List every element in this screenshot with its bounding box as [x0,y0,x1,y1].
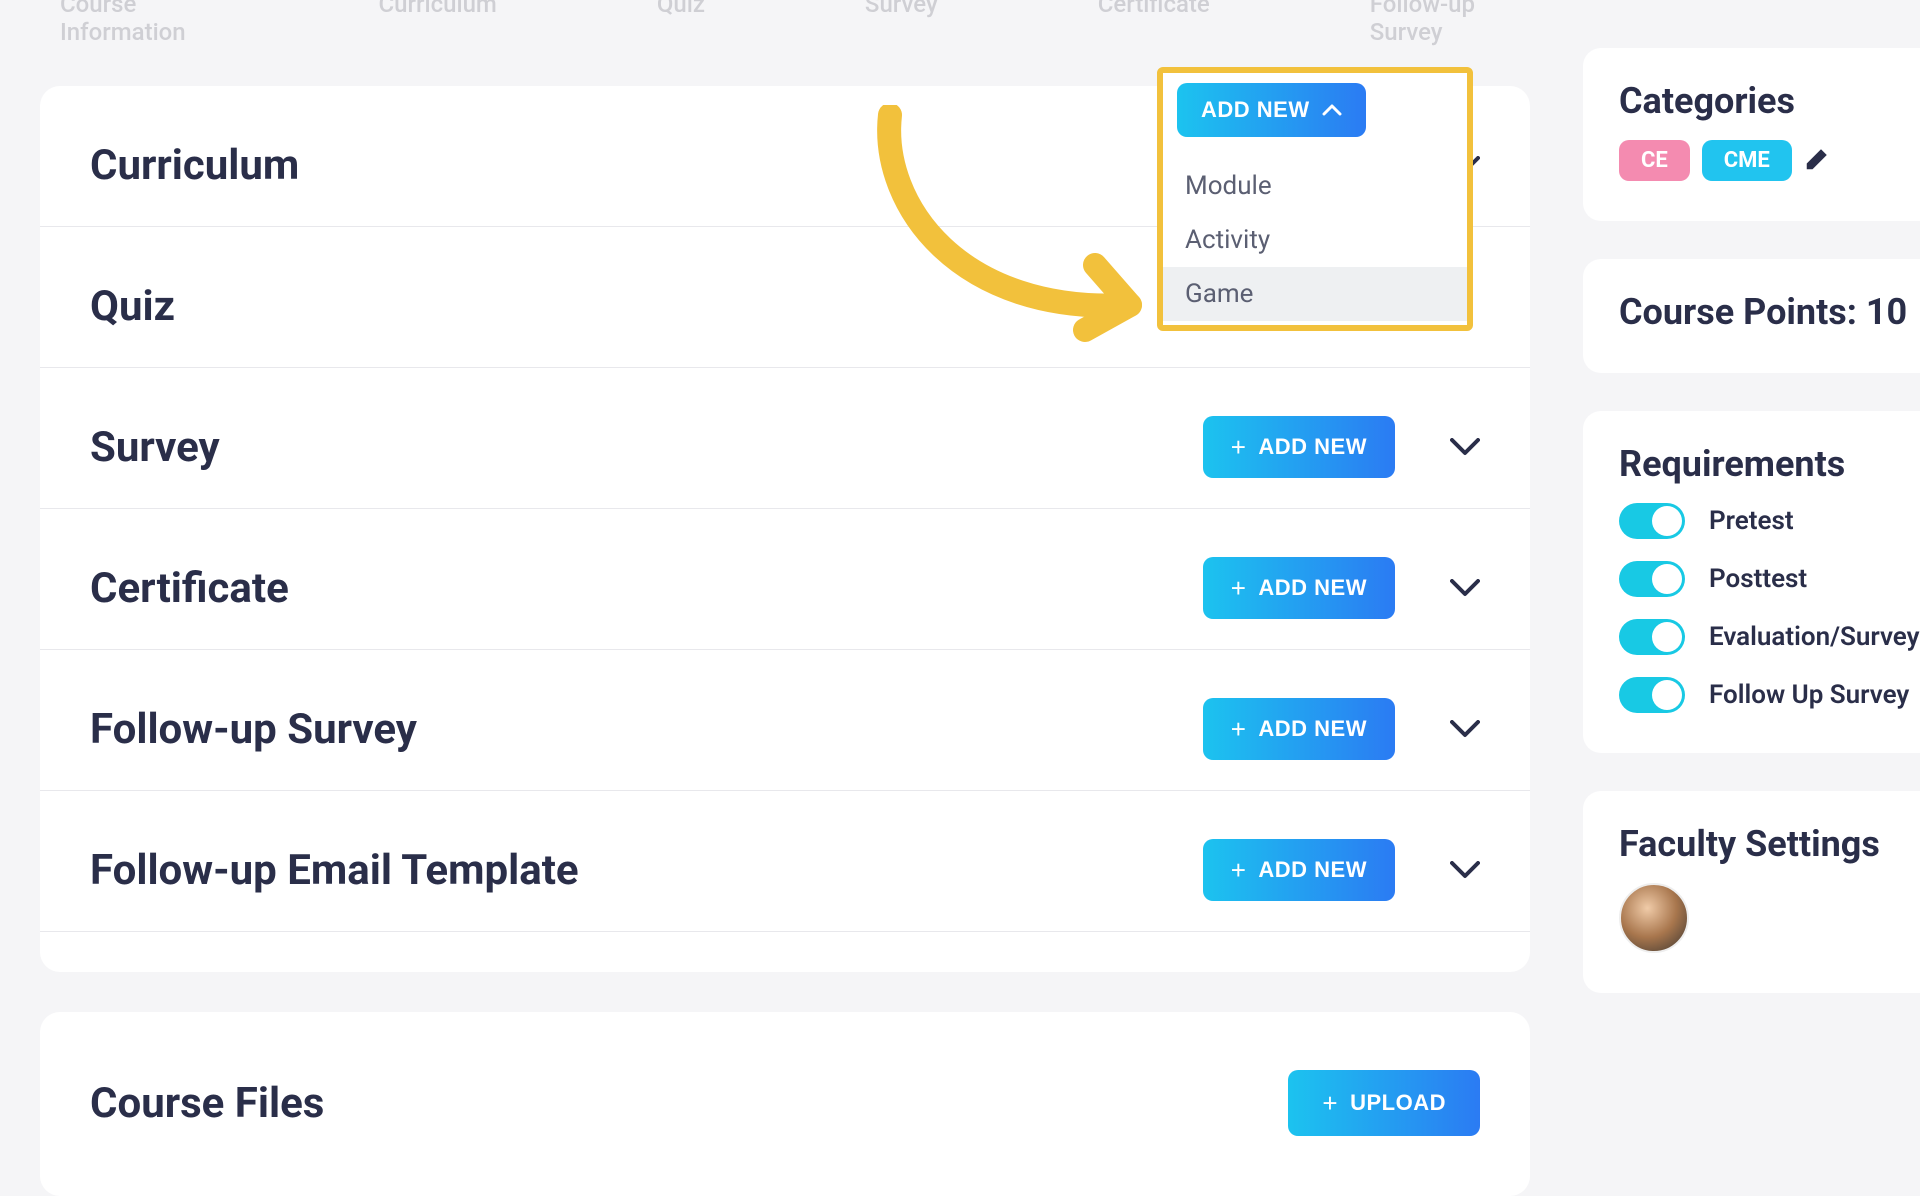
dropdown-item-module[interactable]: Module [1163,159,1467,213]
add-new-button-followup-email[interactable]: + ADD NEW [1203,839,1395,901]
plus-icon: + [1231,575,1247,601]
section-followup-survey: Follow-up Survey + ADD NEW [40,650,1530,791]
upload-label: UPLOAD [1350,1090,1446,1116]
add-new-label: ADD NEW [1258,434,1367,460]
toggle-follow-up[interactable] [1619,677,1685,713]
plus-icon: + [1231,716,1247,742]
add-new-label: ADD NEW [1258,716,1367,742]
add-new-label: ADD NEW [1258,857,1367,883]
faculty-settings-card: Faculty Settings [1583,791,1920,993]
section-survey: Survey + ADD NEW [40,368,1530,509]
dropdown-item-activity[interactable]: Activity [1163,213,1467,267]
section-title-certificate: Certificate [90,564,289,613]
add-new-button-followup-survey[interactable]: + ADD NEW [1203,698,1395,760]
add-new-label: ADD NEW [1258,575,1367,601]
add-new-dropdown: ADD NEW Module Activity Game [1157,67,1473,331]
section-title-survey: Survey [90,423,220,472]
add-new-button-certificate[interactable]: + ADD NEW [1203,557,1395,619]
section-title-followup-email: Follow-up Email Template [90,846,579,895]
chevron-down-icon[interactable] [1450,720,1480,738]
edit-icon[interactable] [1804,146,1830,176]
chevron-down-icon[interactable] [1450,438,1480,456]
toggle-pretest[interactable] [1619,503,1685,539]
req-label-follow-up: Follow Up Survey [1709,680,1909,710]
toggle-evaluation[interactable] [1619,619,1685,655]
section-title-followup-survey: Follow-up Survey [90,705,417,754]
avatar[interactable] [1619,883,1689,953]
faculty-settings-title: Faculty Settings [1619,823,1920,865]
req-label-pretest: Pretest [1709,506,1794,536]
dropdown-item-game[interactable]: Game [1163,267,1467,321]
req-label-evaluation: Evaluation/Survey [1709,622,1920,652]
chevron-down-icon[interactable] [1450,579,1480,597]
course-points-title: Course Points: 10 [1619,291,1920,333]
tab-certificate[interactable]: Certificate [1098,0,1210,46]
tab-course-info[interactable]: Course Information [60,0,218,46]
add-new-button-open[interactable]: ADD NEW [1177,83,1366,137]
plus-icon: + [1231,434,1247,460]
requirements-card: Requirements Pretest Posttest Evaluation… [1583,411,1920,753]
chevron-up-icon [1322,104,1342,116]
toggle-posttest[interactable] [1619,561,1685,597]
requirements-title: Requirements [1619,443,1920,485]
course-points-card: Course Points: 10 [1583,259,1920,373]
badge-cme[interactable]: CME [1702,140,1792,181]
section-followup-email: Follow-up Email Template + ADD NEW [40,791,1530,932]
badge-ce[interactable]: CE [1619,140,1690,181]
add-new-button-survey[interactable]: + ADD NEW [1203,416,1395,478]
plus-icon: + [1322,1090,1338,1116]
tab-quiz[interactable]: Quiz [657,0,705,46]
section-certificate: Certificate + ADD NEW [40,509,1530,650]
req-label-posttest: Posttest [1709,564,1807,594]
section-title-course-files: Course Files [90,1079,324,1128]
add-new-label: ADD NEW [1201,97,1310,123]
section-title-curriculum: Curriculum [90,141,299,190]
tab-followup[interactable]: Follow-up Survey [1370,0,1510,46]
categories-title: Categories [1619,80,1920,122]
tab-curriculum[interactable]: Curriculum [378,0,496,46]
chevron-down-icon[interactable] [1450,861,1480,879]
tab-survey[interactable]: Survey [865,0,938,46]
section-title-quiz: Quiz [90,282,175,331]
categories-card: Categories CE CME [1583,48,1920,221]
course-files-card: Course Files + UPLOAD [40,1012,1530,1196]
plus-icon: + [1231,857,1247,883]
tabs-row: Course Information Curriculum Quiz Surve… [40,0,1530,46]
